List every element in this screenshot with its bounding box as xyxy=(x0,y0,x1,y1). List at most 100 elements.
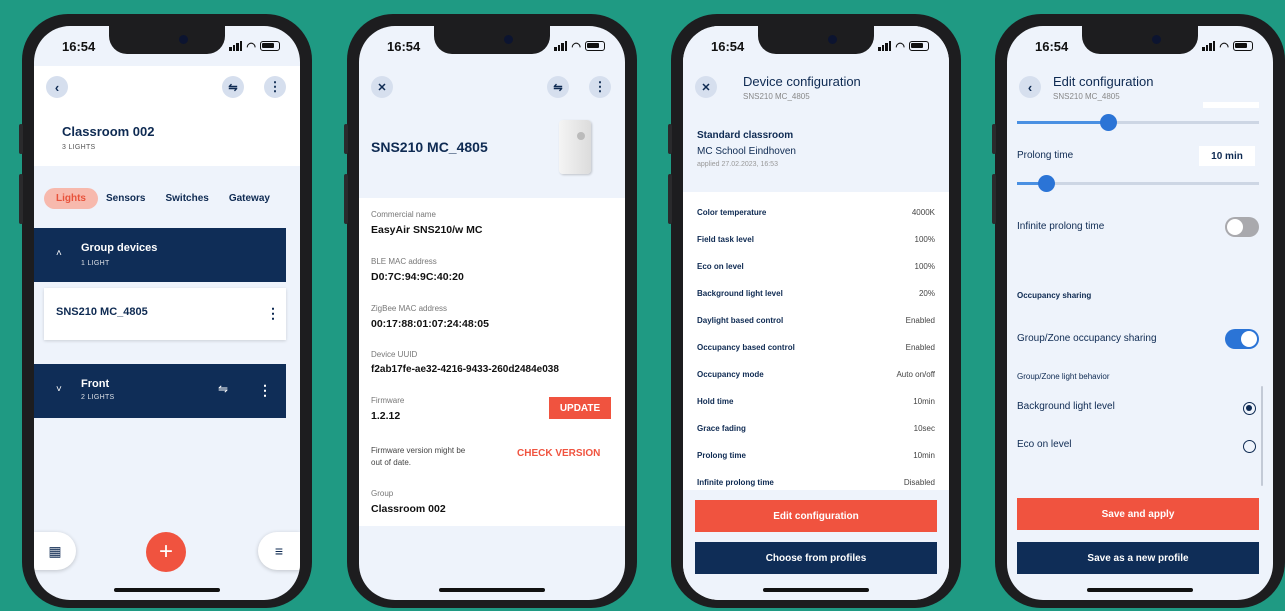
group-zone-sharing-label: Group/Zone occupancy sharing xyxy=(1017,333,1157,344)
status-time: 16:54 xyxy=(711,38,745,54)
prolong-time-slider[interactable] xyxy=(1017,175,1259,192)
building-icon: ▦ xyxy=(48,542,62,559)
top-slider[interactable] xyxy=(1017,114,1259,131)
group-more-button[interactable]: ⋮ xyxy=(258,383,272,397)
profile-applied: applied 27.02.2023, 16:53 xyxy=(697,161,778,168)
radio-background-light[interactable] xyxy=(1243,402,1256,415)
option-eco-on-label[interactable]: Eco on level xyxy=(1017,439,1071,450)
edit-configuration-button[interactable]: Edit configuration xyxy=(695,500,937,532)
more-menu-button[interactable]: ⋮ xyxy=(264,76,286,98)
field-label: Firmware xyxy=(371,396,405,405)
profile-org: MC School Eindhoven xyxy=(697,146,796,157)
more-menu-button[interactable]: ⋮ xyxy=(589,76,611,98)
phone-edit-configuration: 16:54 ◠ ‹ Edit configuration SNS210 MC_4… xyxy=(992,14,1285,608)
row-value: 100% xyxy=(914,235,935,244)
row-value: 10sec xyxy=(913,424,935,433)
config-row: Grace fading 10sec xyxy=(697,424,935,433)
signal-icon xyxy=(878,41,892,51)
config-row: Prolong time 10min xyxy=(697,451,935,460)
phone-device-configuration: 16:54 ◠ ✕ Device configuration SNS210 MC… xyxy=(668,14,961,608)
building-button[interactable]: ▦ xyxy=(34,532,76,570)
save-as-new-profile-button[interactable]: Save as a new profile xyxy=(1017,542,1259,574)
signal-icon xyxy=(554,41,568,51)
toggle-knob xyxy=(1227,219,1243,235)
slider-fill xyxy=(1017,121,1109,124)
front-group-header[interactable]: ˅ Front 2 LIGHTS ⇋ ⋮ xyxy=(34,364,286,418)
slider-knob[interactable] xyxy=(1100,114,1118,131)
battery-icon xyxy=(585,41,605,51)
config-row: Infinite prolong time Disabled xyxy=(697,478,935,487)
phone-device-details: 16:54 ◠ ✕ ⇋ ⋮ SNS210 MC_4805 Commercial … xyxy=(344,14,637,608)
row-value: 100% xyxy=(914,262,935,271)
slider-knob[interactable] xyxy=(1037,175,1055,192)
firmware-value: 1.2.12 xyxy=(371,410,401,422)
row-key: Occupancy mode xyxy=(697,370,764,379)
ble-mac-value: D0:7C:94:9C:40:20 xyxy=(371,271,464,283)
tab-gateway[interactable]: Gateway xyxy=(217,188,270,209)
config-row: Occupancy mode Auto on/off xyxy=(697,370,935,379)
prolong-time-value[interactable]: 10 min xyxy=(1199,146,1255,166)
tab-switches[interactable]: Switches xyxy=(153,188,208,209)
check-version-link[interactable]: CHECK VERSION xyxy=(517,448,600,459)
profile-name: Standard classroom xyxy=(697,130,794,141)
config-row: Occupancy based control Enabled xyxy=(697,343,935,352)
tab-lights[interactable]: Lights xyxy=(44,188,98,209)
scrollbar[interactable] xyxy=(1261,386,1263,486)
toggle-knob xyxy=(1241,331,1257,347)
row-key: Infinite prolong time xyxy=(697,478,774,487)
wifi-icon: ◠ xyxy=(571,40,581,53)
row-key: Daylight based control xyxy=(697,316,784,325)
wifi-icon: ◠ xyxy=(895,40,905,53)
group-zone-sharing-toggle[interactable] xyxy=(1225,329,1259,349)
chevron-down-icon: ˅ xyxy=(56,384,62,395)
configuration-list: Color temperature 4000K Field task level 1… xyxy=(683,192,949,490)
radio-eco-on[interactable] xyxy=(1243,440,1256,453)
choose-from-profiles-button[interactable]: Choose from profiles xyxy=(695,542,937,574)
field-label: Device UUID xyxy=(371,350,418,359)
page-subtitle: SNS210 MC_4805 xyxy=(743,92,810,101)
back-button[interactable]: ‹ xyxy=(46,76,68,98)
screen: 16:54 ◠ ✕ ⇋ ⋮ SNS210 MC_4805 Commercial … xyxy=(359,26,625,600)
settings-sliders-button[interactable]: ⇋ xyxy=(547,76,569,98)
hamburger-icon: ≡ xyxy=(274,543,284,559)
row-key: Hold time xyxy=(697,397,734,406)
add-button[interactable]: + xyxy=(146,532,186,572)
device-card[interactable]: SNS210 MC_4805 ⋮ xyxy=(44,288,286,340)
group-devices-header[interactable]: ˄ Group devices 1 LIGHT xyxy=(34,228,286,282)
field-label: Commercial name xyxy=(371,210,436,219)
close-button[interactable]: ✕ xyxy=(371,76,393,98)
battery-icon xyxy=(909,41,929,51)
screen: 16:54 ◠ ‹ ⇋ ⋮ Classroom 002 3 LIGHTS Lig… xyxy=(34,26,300,600)
row-value: Enabled xyxy=(905,343,935,352)
sliders-icon[interactable]: ⇋ xyxy=(218,382,228,396)
behavior-label: Group/Zone light behavior xyxy=(1017,372,1110,381)
config-row: Color temperature 4000K xyxy=(697,208,935,217)
group-title: Front xyxy=(81,378,110,390)
device-more-button[interactable]: ⋮ xyxy=(266,306,280,320)
infinite-prolong-toggle[interactable] xyxy=(1225,217,1259,237)
save-and-apply-button[interactable]: Save and apply xyxy=(1017,498,1259,530)
commercial-name-value: EasyAir SNS210/w MC xyxy=(371,224,483,236)
update-button[interactable]: UPDATE xyxy=(549,397,611,419)
screen: 16:54 ◠ ‹ Edit configuration SNS210 MC_4… xyxy=(1007,26,1273,600)
row-key: Background light level xyxy=(697,289,783,298)
row-key: Prolong time xyxy=(697,451,746,460)
tab-sensors[interactable]: Sensors xyxy=(106,188,145,209)
config-row: Background light level 20% xyxy=(697,289,935,298)
group-value: Classroom 002 xyxy=(371,503,446,515)
tab-bar: Lights Sensors Switches Gateway xyxy=(44,188,270,209)
group-title: Group devices xyxy=(81,242,158,254)
signal-icon xyxy=(1202,41,1216,51)
page-title: Classroom 002 xyxy=(62,124,155,139)
row-value: 20% xyxy=(918,289,935,298)
option-background-light-label[interactable]: Background light level xyxy=(1017,401,1115,412)
settings-sliders-button[interactable]: ⇋ xyxy=(222,76,244,98)
infinite-prolong-label: Infinite prolong time xyxy=(1017,221,1105,232)
menu-button[interactable]: ≡ xyxy=(258,532,300,570)
back-button[interactable]: ‹ xyxy=(1019,76,1041,98)
page-subtitle: SNS210 MC_4805 xyxy=(1053,92,1120,101)
row-key: Field task level xyxy=(697,235,754,244)
profile-card: Standard classroom MC School Eindhoven a… xyxy=(683,114,949,192)
close-button[interactable]: ✕ xyxy=(695,76,717,98)
field-label: Group xyxy=(371,489,394,498)
